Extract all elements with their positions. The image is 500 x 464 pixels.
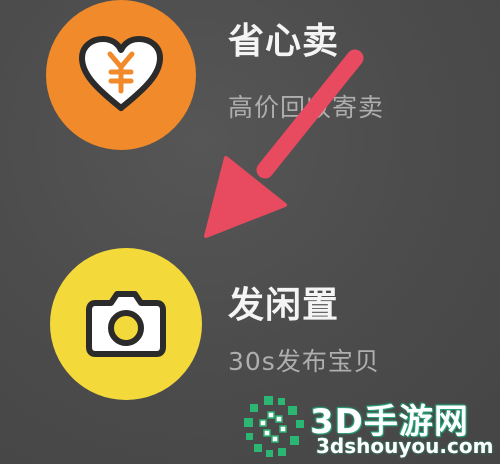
sell-icon-circle: [46, 0, 196, 150]
menu-item-post-idle[interactable]: 发闲置 30s发布宝贝: [0, 240, 500, 410]
watermark-logo-icon: [244, 396, 304, 457]
post-title: 发闲置: [228, 285, 340, 326]
camera-icon: [85, 289, 167, 359]
sell-subtitle: 高价回收寄卖: [228, 93, 385, 122]
menu-screen: 省心卖 高价回收寄卖 发闲置 30s发布宝贝 3D手游网 3dshouyou.c…: [0, 0, 500, 464]
watermark: 3D手游网 3dshouyou.com: [244, 392, 500, 464]
heart-yen-icon: [78, 36, 164, 114]
menu-item-sell-worry-free[interactable]: 省心卖 高价回收寄卖: [0, 0, 500, 150]
watermark-domain: 3dshouyou.com: [316, 434, 494, 458]
sell-title: 省心卖: [228, 21, 340, 62]
post-subtitle: 30s发布宝贝: [228, 347, 380, 376]
post-icon-circle: [50, 248, 202, 400]
